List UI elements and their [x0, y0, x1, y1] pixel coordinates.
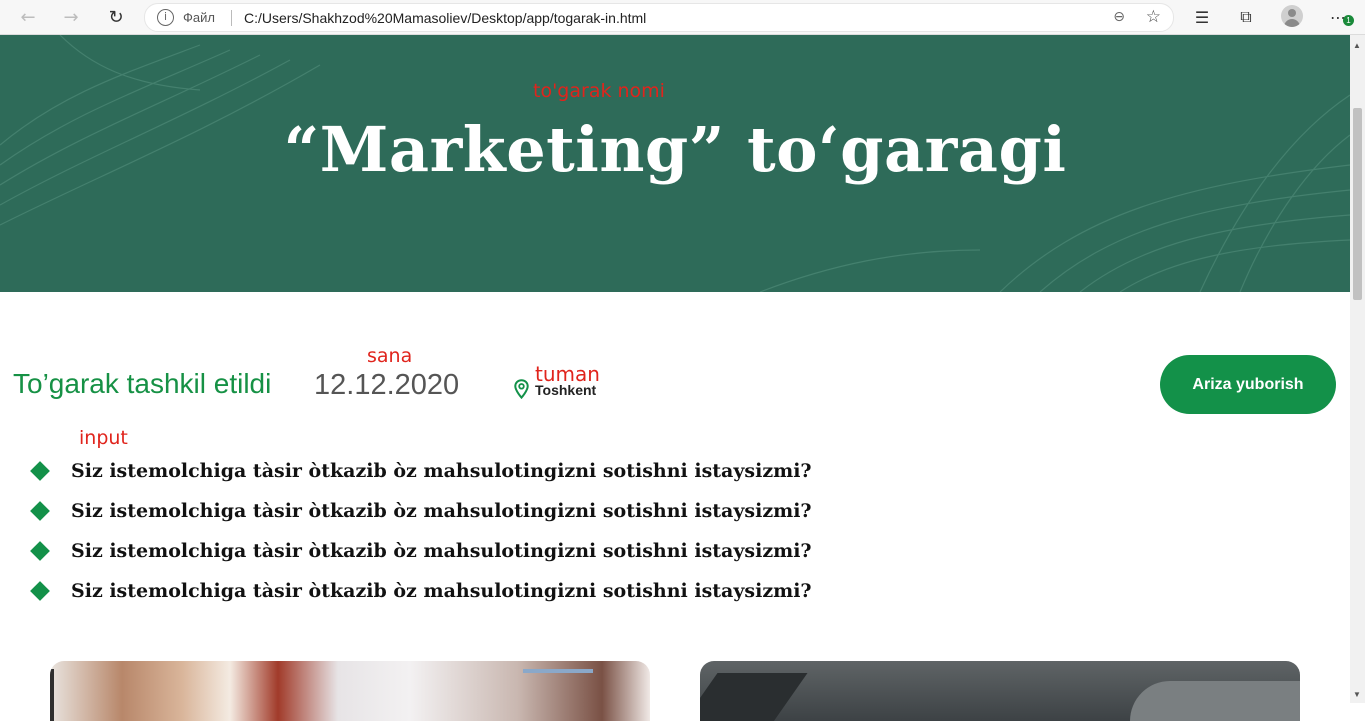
annotation-sana: sana	[367, 345, 413, 367]
arrow-right-icon: →	[63, 6, 79, 28]
url-text[interactable]: C:/Users/Shakhzod%20Mamasoliev/Desktop/a…	[244, 10, 646, 26]
list-item-text: Siz istemolchiga tàsir òtkazib òz mahsul…	[71, 540, 812, 562]
reload-icon: ↻	[108, 6, 124, 28]
list-item: Siz istemolchiga tàsir òtkazib òz mahsul…	[30, 571, 812, 611]
scroll-down-icon[interactable]: ▼	[1353, 690, 1361, 699]
page-title: “Marketing” to‘garagi	[283, 113, 1067, 186]
diamond-bullet-icon	[30, 461, 50, 481]
page-scrollbar[interactable]: ▲ ▼	[1350, 35, 1365, 703]
address-bar[interactable]: i Файл C:/Users/Shakhzod%20Mamasoliev/De…	[144, 3, 1174, 32]
list-item: Siz istemolchiga tàsir òtkazib òz mahsul…	[30, 531, 812, 571]
address-separator	[231, 10, 232, 26]
list-item-text: Siz istemolchiga tàsir òtkazib òz mahsul…	[71, 500, 812, 522]
question-list: Siz istemolchiga tàsir òtkazib òz mahsul…	[30, 451, 812, 611]
laptop-photo-right	[700, 661, 1300, 721]
diamond-bullet-icon	[30, 581, 50, 601]
reload-button[interactable]: ↻	[102, 4, 130, 30]
map-pin-icon	[514, 379, 529, 399]
list-item: Siz istemolchiga tàsir òtkazib òz mahsul…	[30, 451, 812, 491]
photo-shadow	[700, 673, 808, 721]
hero-banner: to'garak nomi “Marketing” to‘garagi	[0, 35, 1350, 292]
annotation-input: input	[79, 427, 128, 449]
collections-icon[interactable]: ⧉	[1233, 5, 1259, 29]
back-button[interactable]: ←	[14, 4, 42, 30]
diamond-bullet-icon	[30, 501, 50, 521]
list-item-text: Siz istemolchiga tàsir òtkazib òz mahsul…	[71, 580, 812, 602]
profile-icon[interactable]	[1281, 5, 1303, 27]
photo-edge	[50, 669, 54, 721]
team-photo-left	[50, 661, 650, 721]
scroll-up-icon[interactable]: ▲	[1353, 41, 1361, 50]
location-text: Toshkent	[535, 382, 597, 398]
scheme-label: Файл	[183, 10, 215, 25]
list-item-text: Siz istemolchiga tàsir òtkazib òz mahsul…	[71, 460, 812, 482]
photo-detail	[523, 669, 593, 673]
photo-highlight	[1130, 681, 1300, 721]
forward-button[interactable]: →	[57, 4, 85, 30]
favorites-icon[interactable]: ☰	[1189, 5, 1215, 29]
founded-date: 12.12.2020	[314, 369, 460, 401]
list-item: Siz istemolchiga tàsir òtkazib òz mahsul…	[30, 491, 812, 531]
annotation-togarak-nomi: to'garak nomi	[533, 80, 665, 102]
scroll-thumb[interactable]	[1353, 108, 1362, 300]
zoom-out-icon[interactable]: ⊖	[1113, 9, 1125, 25]
arrow-left-icon: ←	[20, 6, 36, 28]
add-favorite-icon[interactable]: ☆	[1146, 7, 1161, 27]
update-badge: 1	[1343, 15, 1354, 26]
browser-toolbar: ← → ↻ i Файл C:/Users/Shakhzod%20Mamasol…	[0, 0, 1365, 35]
apply-button[interactable]: Ariza yuborish	[1160, 355, 1336, 414]
diamond-bullet-icon	[30, 541, 50, 561]
info-icon[interactable]: i	[157, 9, 174, 26]
organized-label: To’garak tashkil etildi	[13, 368, 272, 399]
